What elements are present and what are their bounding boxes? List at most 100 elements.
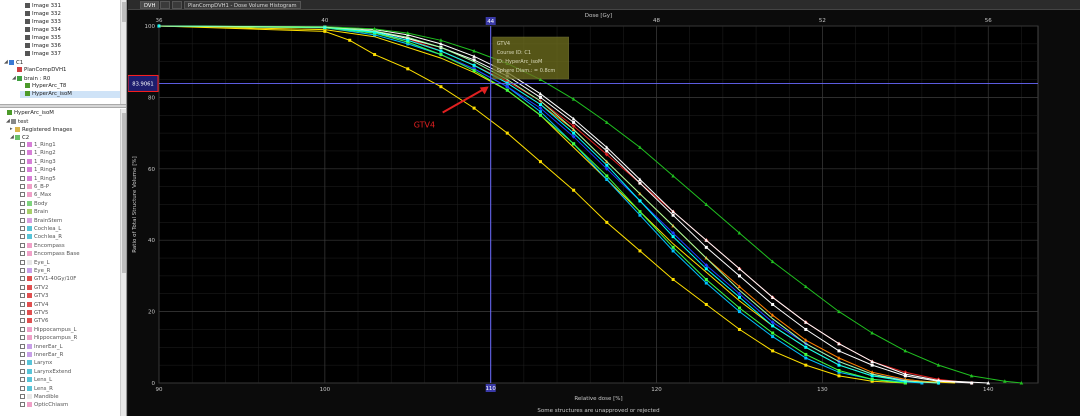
structure-color-swatch: [27, 158, 32, 164]
structure-checkbox[interactable]: [20, 335, 25, 341]
structure-checkbox[interactable]: [20, 251, 25, 257]
structure-item[interactable]: 1_Ring5: [20, 175, 56, 183]
tree-item[interactable]: Image 333: [20, 19, 125, 26]
structure-checkbox[interactable]: [20, 301, 25, 307]
tab-dvh[interactable]: DVH: [140, 1, 160, 9]
tree-item[interactable]: ◢ test: [6, 118, 28, 125]
dvh-chart[interactable]: 9010011012013014002040608010036404448525…: [128, 10, 1080, 416]
tree-item[interactable]: Image 337: [20, 51, 125, 58]
tree-item[interactable]: HyperArc_isoM: [20, 91, 125, 98]
structure-item[interactable]: Eye_L: [20, 259, 50, 267]
tree-item[interactable]: Image 332: [20, 11, 125, 18]
structure-item[interactable]: Lens_L: [20, 377, 52, 384]
structure-checkbox[interactable]: [20, 209, 25, 215]
tree-item[interactable]: Image 331: [20, 3, 125, 10]
structure-item[interactable]: GTV5: [20, 310, 48, 317]
structure-item[interactable]: InnerEar_R: [20, 352, 63, 359]
structure-checkbox[interactable]: [20, 150, 25, 156]
structure-checkbox[interactable]: [20, 234, 25, 240]
structure-item[interactable]: Brain: [20, 209, 48, 216]
data-point: [771, 302, 775, 306]
structure-checkbox[interactable]: [20, 385, 25, 391]
structure-checkbox[interactable]: [20, 293, 25, 299]
structure-checkbox[interactable]: [20, 200, 25, 206]
structure-checkbox[interactable]: [20, 259, 25, 265]
tree-item[interactable]: ▸ Registered Images: [10, 126, 72, 133]
structure-item[interactable]: Larynx: [20, 360, 52, 367]
data-point: [538, 110, 542, 114]
structure-item[interactable]: InnerEar_L: [20, 343, 63, 351]
tree-item[interactable]: Image 335: [20, 35, 125, 42]
structure-item[interactable]: LarynxExtend: [20, 368, 71, 376]
structure-item[interactable]: Eye_R: [20, 268, 50, 275]
structure-item[interactable]: GTV1-40Gy/10F: [20, 276, 76, 283]
tree-item[interactable]: HyperArc_isoM: [2, 110, 54, 117]
structure-color-swatch: [27, 150, 32, 156]
structure-item[interactable]: GTV4: [20, 301, 48, 309]
structure-item[interactable]: OpticChiasm: [20, 402, 68, 409]
plan-icon: [25, 91, 30, 96]
structure-checkbox[interactable]: [20, 158, 25, 164]
structure-checkbox[interactable]: [20, 402, 25, 408]
structure-item[interactable]: 1_Ring4: [20, 167, 56, 174]
structure-item[interactable]: Cochlea_R: [20, 234, 62, 241]
structure-item[interactable]: Encompass: [20, 242, 65, 250]
structure-checkbox[interactable]: [20, 167, 25, 173]
structure-item[interactable]: GTV2: [20, 284, 48, 292]
structure-checkbox[interactable]: [20, 242, 25, 248]
structure-checkbox[interactable]: [20, 142, 25, 147]
tooltip-line: ID: HyperArc_isoM: [497, 59, 543, 65]
structure-item[interactable]: Cochlea_L: [20, 226, 61, 233]
structure-checkbox[interactable]: [20, 394, 25, 399]
tree-item[interactable]: HyperArc_T8: [20, 83, 125, 90]
structure-item[interactable]: GTV3: [20, 293, 48, 300]
tree-item[interactable]: Image 334: [20, 27, 125, 34]
structure-item[interactable]: 1_Ring2: [20, 150, 56, 157]
structure-checkbox[interactable]: [20, 368, 25, 374]
structure-item[interactable]: 6_B-P: [20, 184, 49, 191]
structure-tree-scrollbar[interactable]: [120, 109, 126, 416]
structure-color-swatch: [27, 234, 32, 240]
structure-checkbox[interactable]: [20, 184, 25, 189]
structure-checkbox[interactable]: [20, 352, 25, 357]
tab-blank-2[interactable]: [172, 1, 182, 9]
structure-item[interactable]: GTV6: [20, 318, 48, 325]
x2-tick-label: 56: [985, 18, 992, 24]
structure-checkbox[interactable]: [20, 310, 25, 315]
panel-splitter[interactable]: [0, 104, 126, 108]
structure-item[interactable]: Mandible: [20, 394, 59, 401]
structure-checkbox[interactable]: [20, 226, 25, 231]
structure-checkbox[interactable]: [20, 326, 25, 332]
structure-item[interactable]: 1_Ring3: [20, 158, 56, 166]
tree-item[interactable]: ◢ C2: [10, 134, 29, 141]
tree-item[interactable]: ◢ C1: [4, 59, 125, 66]
structure-checkbox[interactable]: [20, 268, 25, 273]
structure-checkbox[interactable]: [20, 318, 25, 324]
scrollbar-thumb[interactable]: [122, 2, 126, 22]
structure-item[interactable]: BrainStem: [20, 217, 62, 225]
data-point: [737, 327, 741, 331]
top-tree-scrollbar[interactable]: [120, 0, 126, 104]
structure-item[interactable]: Lens_R: [20, 385, 53, 393]
scrollbar-thumb[interactable]: [122, 113, 126, 273]
structure-item[interactable]: Encompass Base: [20, 251, 80, 258]
structure-checkbox[interactable]: [20, 192, 25, 198]
structure-checkbox[interactable]: [20, 276, 25, 282]
structure-checkbox[interactable]: [20, 175, 25, 181]
structure-item[interactable]: Hippocampus_L: [20, 326, 77, 334]
structure-checkbox[interactable]: [20, 360, 25, 366]
structure-item[interactable]: 1_Ring1: [20, 142, 56, 149]
tab-plancomp-dvh[interactable]: PlanCompDVH1 - Dose Volume Histogram: [184, 1, 301, 9]
tree-item-label: HyperArc_T8: [32, 83, 67, 89]
structure-checkbox[interactable]: [20, 377, 25, 383]
tree-item[interactable]: ◢ brain : R0: [12, 75, 125, 82]
structure-checkbox[interactable]: [20, 217, 25, 223]
tree-item[interactable]: PlanCompDVH1: [12, 67, 125, 74]
structure-item[interactable]: Body: [20, 200, 48, 208]
structure-checkbox[interactable]: [20, 284, 25, 290]
structure-checkbox[interactable]: [20, 343, 25, 349]
structure-item[interactable]: 6_Max: [20, 192, 51, 199]
tab-blank-1[interactable]: [160, 1, 170, 9]
tree-item[interactable]: Image 336: [20, 43, 125, 50]
structure-item[interactable]: Hippocampus_R: [20, 335, 77, 342]
